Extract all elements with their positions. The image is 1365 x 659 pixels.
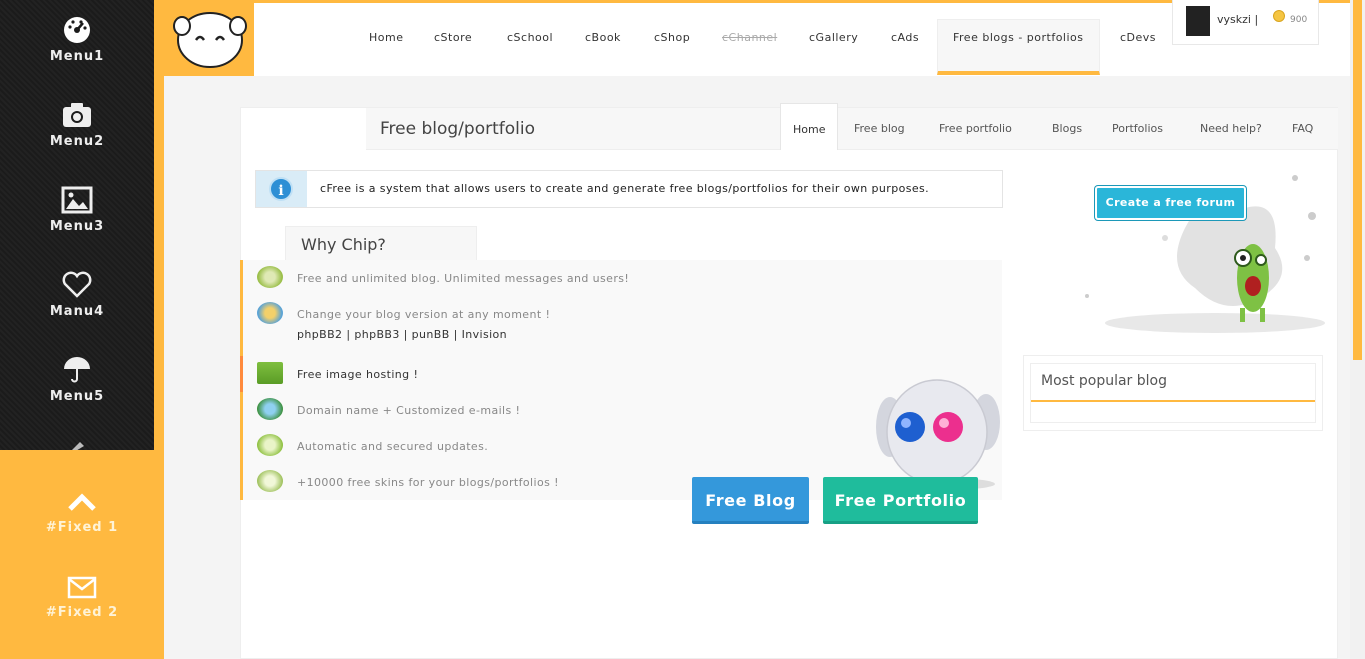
fixed-item-2[interactable]: #Fixed 2 [0,565,164,650]
nav-cschool[interactable]: cSchool [492,20,568,56]
nav-cshop[interactable]: cShop [639,20,705,56]
sidebar-item-menu2[interactable]: Menu2 [0,85,154,170]
chip-mascot-illustration [876,379,1000,490]
fixed-item-label: #Fixed 1 [45,520,119,535]
site-logo[interactable] [164,0,254,76]
tab-free-blog[interactable]: Free blog [842,108,917,150]
infinity-icon [257,266,283,288]
feature-item: Change your blog version at any moment ! [297,308,551,321]
feature-item: Free image hosting ! [297,368,419,381]
popular-blog-inner [1030,363,1316,423]
tab-portfolios[interactable]: Portfolios [1100,108,1175,150]
camera-icon [63,103,91,127]
sidebar-item-label: Menu5 [49,389,105,404]
mascot-logo-icon [173,12,247,68]
user-panel[interactable]: vyskzi | 900 [1172,0,1319,45]
fixed-item-1[interactable]: #Fixed 1 [0,480,164,565]
why-title: Why Chip? [301,235,386,254]
left-sidebar: Menu1 Menu2 Menu3 Manu4 Menu5 [0,0,154,450]
tab-free-portfolio[interactable]: Free portfolio [927,108,1024,150]
feature-item: Automatic and secured updates. [297,440,489,453]
theater-masks-icon [257,470,283,492]
sidebar-item-menu1[interactable]: Menu1 [0,0,154,85]
popular-blog-title: Most popular blog [1041,373,1167,389]
info-text: cFree is a system that allows users to c… [320,182,930,195]
refresh-version-icon [257,302,283,324]
coin-count: 900 [1290,15,1308,25]
username[interactable]: vyskzi | [1217,13,1258,26]
username-text: vyskzi [1217,13,1251,26]
envelope-icon [67,576,97,599]
sidebar-item-label: Menu3 [49,219,105,234]
upload-image-icon [257,362,283,384]
nav-cads[interactable]: cAds [876,20,934,56]
tab-blogs[interactable]: Blogs [1040,108,1094,150]
nav-home[interactable]: Home [354,20,418,56]
sidebar-item-manu4[interactable]: Manu4 [0,255,154,340]
heart-icon [62,271,92,298]
info-icon: i [269,177,293,201]
feature-item: phpBB2 | phpBB3 | punBB | Invision [297,328,508,341]
avatar[interactable] [1186,6,1210,36]
nav-cgallery[interactable]: cGallery [794,20,873,56]
sidebar-item-menu3[interactable]: Menu3 [0,170,154,255]
info-notice: i cFree is a system that allows users to… [255,170,1003,208]
free-blog-button[interactable]: Free Blog [692,477,809,524]
scrollbar-thumb[interactable] [1353,0,1362,360]
feature-item: Free and unlimited blog. Unlimited messa… [297,272,630,285]
tab-home[interactable]: Home [780,103,839,150]
free-portfolio-button[interactable]: Free Portfolio [823,477,978,524]
update-icon [257,434,283,456]
sidebar-item-menu5[interactable]: Menu5 [0,340,154,425]
nav-cbook[interactable]: cBook [570,20,636,56]
dashboard-icon [64,17,90,43]
fixed-item-label: #Fixed 2 [45,605,119,620]
chevron-up-icon [68,493,96,511]
sidebar-item-label: Menu1 [49,49,105,64]
tab-need-help[interactable]: Need help? [1188,108,1274,150]
rocket-icon [72,442,84,450]
page-title: Free blog/portfolio [380,119,535,139]
nav-cdevs[interactable]: cDevs [1105,20,1171,56]
sidebar-item-label: Manu4 [49,304,105,319]
fixed-panel: #Fixed 1 #Fixed 2 [0,450,164,659]
create-forum-button[interactable]: Create a free forum [1095,186,1246,220]
popular-blog-underline [1031,400,1315,402]
feature-item: Domain name + Customized e-mails ! [297,404,521,417]
image-icon [61,186,93,214]
umbrella-icon [64,357,90,383]
feature-item: +10000 free skins for your blogs/portfol… [297,476,559,489]
nav-cstore[interactable]: cStore [419,20,487,56]
info-icon-area: i [256,171,307,207]
nav-free-blogs-portfolios[interactable]: Free blogs - portfolios [937,19,1100,75]
nav-cchannel[interactable]: cChannel [707,20,792,56]
feature-highlight-mark [240,356,243,392]
coin-icon [1273,10,1285,22]
globe-icon [257,398,283,420]
user-separator: | [1254,13,1259,26]
tab-faq[interactable]: FAQ [1280,108,1325,150]
sidebar-item-label: Menu2 [49,134,105,149]
